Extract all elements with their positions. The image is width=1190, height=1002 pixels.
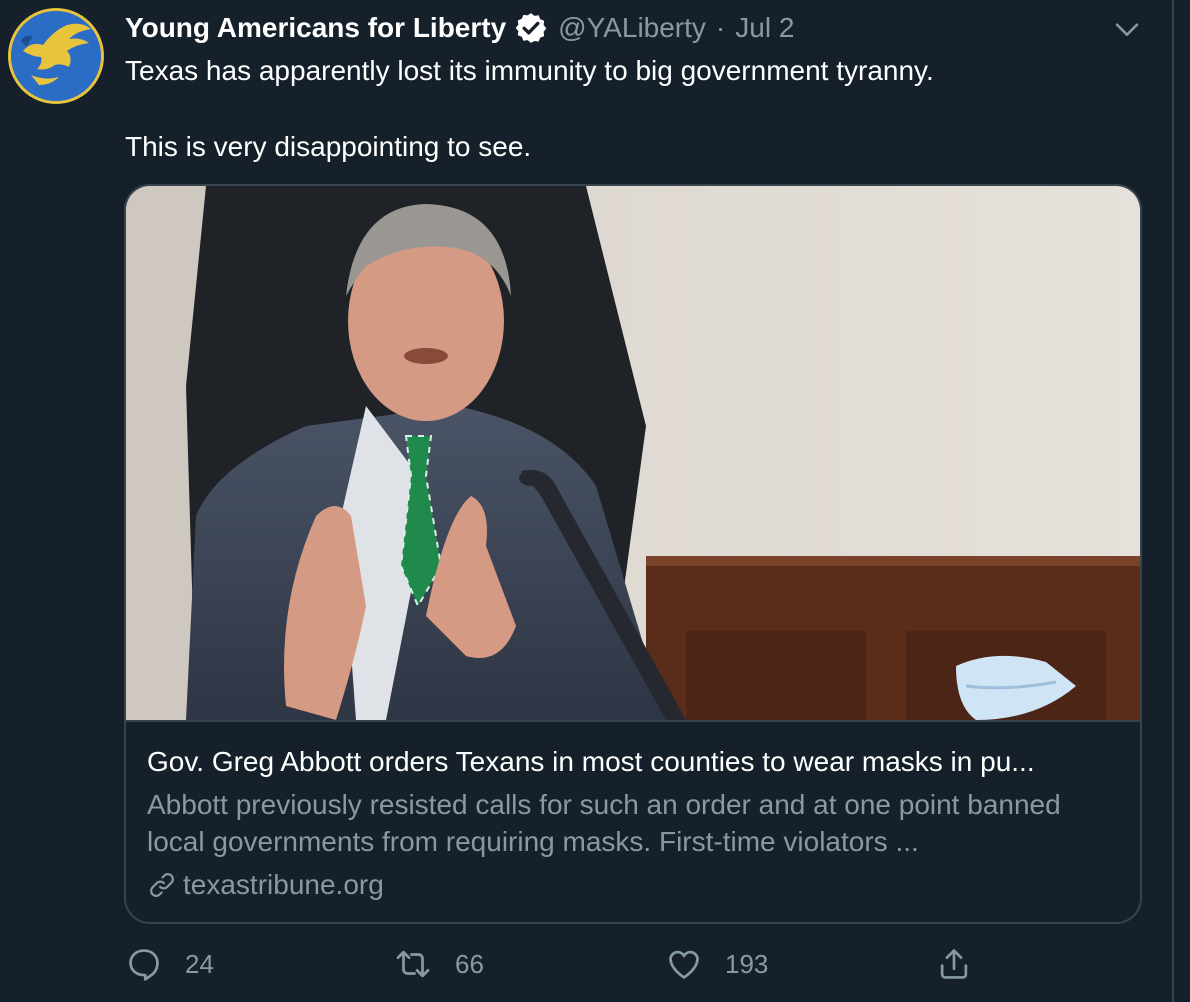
card-image[interactable] (126, 186, 1140, 720)
retweet-button[interactable]: 66 (393, 942, 484, 986)
like-button[interactable]: 193 (665, 942, 768, 986)
card-photo (126, 186, 1140, 720)
card-title: Gov. Greg Abbott orders Texans in most c… (147, 746, 1035, 777)
link-icon (150, 873, 174, 897)
display-name[interactable]: Young Americans for Liberty (125, 12, 506, 44)
tweet-text: Texas has apparently lost its immunity t… (125, 52, 1145, 166)
retweet-count: 66 (455, 948, 484, 979)
verified-badge-icon (515, 13, 547, 43)
share-button[interactable] (935, 942, 973, 986)
user-handle[interactable]: @YALiberty (558, 12, 706, 44)
reply-icon (129, 949, 159, 981)
timeline-border (1172, 0, 1174, 1002)
card-domain: texastribune.org (147, 868, 384, 902)
like-count: 193 (725, 948, 769, 979)
tweet-actions: 24 66 193 (125, 942, 985, 986)
share-icon (940, 949, 968, 979)
eagle-logo-icon (11, 11, 101, 101)
tweet-header: Young Americans for Liberty @YALiberty ·… (125, 10, 794, 46)
heart-icon (669, 950, 699, 979)
link-card[interactable]: Gov. Greg Abbott orders Texans in most c… (124, 184, 1142, 924)
tweet-text-line: This is very disappointing to see. (125, 131, 532, 162)
chevron-down-icon[interactable] (1110, 12, 1144, 46)
reply-button[interactable]: 24 (125, 942, 214, 986)
card-body[interactable]: Gov. Greg Abbott orders Texans in most c… (126, 720, 1140, 922)
retweet-icon (396, 950, 430, 978)
card-domain-text: texastribune.org (183, 869, 384, 900)
separator-dot: · (715, 12, 726, 43)
reply-count: 24 (185, 948, 214, 979)
tweet-text-line: Texas has apparently lost its immunity t… (125, 55, 934, 86)
tweet-date[interactable]: Jul 2 (735, 12, 794, 44)
card-description: Abbott previously resisted calls for suc… (147, 789, 1061, 857)
avatar[interactable] (8, 8, 104, 104)
